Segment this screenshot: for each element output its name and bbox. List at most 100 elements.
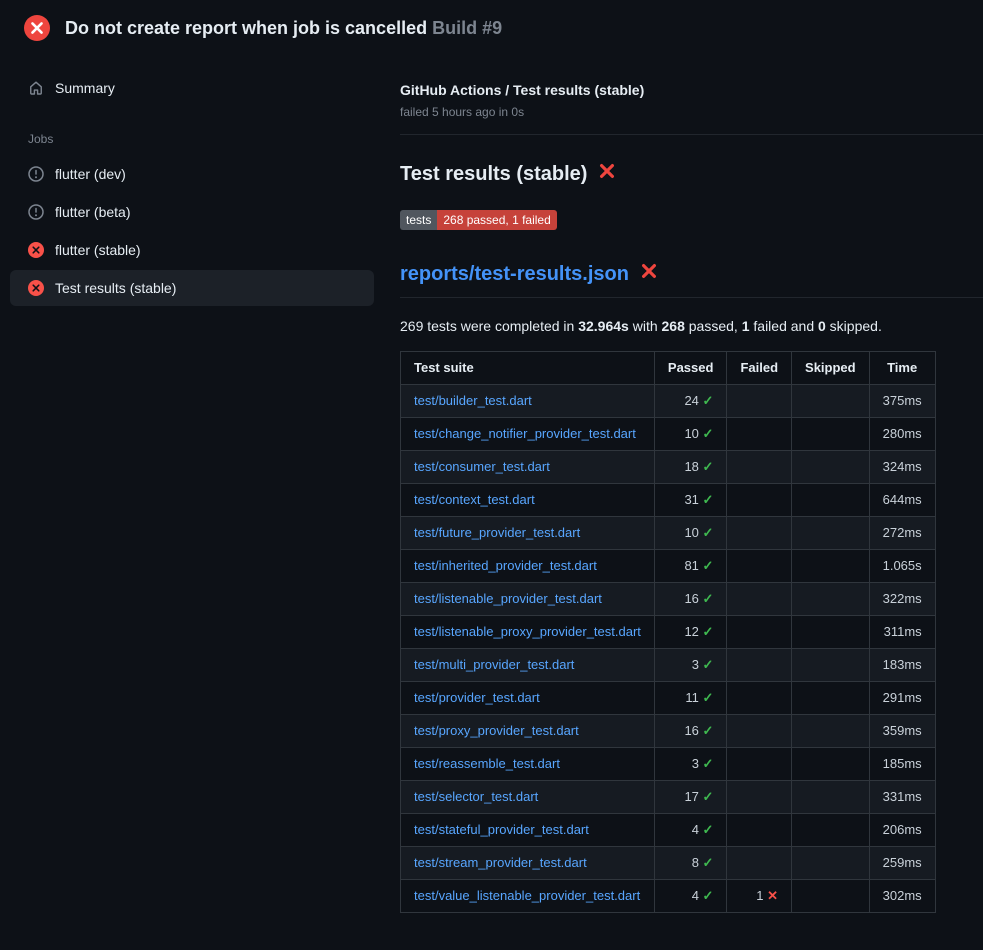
time-cell: 375ms: [869, 385, 935, 418]
check-run-header: Do not create report when job is cancell…: [0, 0, 983, 54]
check-icon: ✓: [703, 756, 714, 771]
test-suite-cell: test/listenable_proxy_provider_test.dart: [401, 616, 655, 649]
report-link[interactable]: reports/test-results.json: [400, 263, 629, 286]
build-number: Build #9: [432, 18, 502, 38]
check-icon: ✓: [703, 492, 714, 507]
table-row: test/listenable_proxy_provider_test.dart…: [401, 616, 936, 649]
sidebar-item-flutter-beta[interactable]: flutter (beta): [10, 194, 374, 230]
test-suite-link[interactable]: test/multi_provider_test.dart: [414, 657, 574, 672]
passed-cell: 3 ✓: [654, 748, 727, 781]
check-icon: ✓: [703, 723, 714, 738]
run-title: Do not create report when job is cancell…: [65, 18, 427, 38]
failed-cell: [727, 649, 792, 682]
passed-cell: 4 ✓: [654, 814, 727, 847]
skipped-cell: [792, 748, 870, 781]
time-cell: 302ms: [869, 880, 935, 913]
skipped-cell: [792, 385, 870, 418]
test-suite-cell: test/reassemble_test.dart: [401, 748, 655, 781]
check-run-content: GitHub Actions / Test results (stable) f…: [384, 54, 983, 913]
report-heading: reports/test-results.json: [400, 262, 983, 298]
sidebar-item-flutter-dev[interactable]: flutter (dev): [10, 156, 374, 192]
time-cell: 185ms: [869, 748, 935, 781]
table-row: test/selector_test.dart 17 ✓ 331ms: [401, 781, 936, 814]
test-suite-link[interactable]: test/future_provider_test.dart: [414, 525, 580, 540]
time-cell: 322ms: [869, 583, 935, 616]
skipped-cell: [792, 847, 870, 880]
sidebar-item-label: flutter (beta): [55, 204, 130, 220]
passed-count: 3: [692, 657, 699, 672]
table-row: test/reassemble_test.dart 3 ✓ 185ms: [401, 748, 936, 781]
section-title: Test results (stable): [400, 162, 983, 186]
time-cell: 291ms: [869, 682, 935, 715]
test-suite-link[interactable]: test/inherited_provider_test.dart: [414, 558, 597, 573]
test-suite-link[interactable]: test/listenable_provider_test.dart: [414, 591, 602, 606]
table-row: test/future_provider_test.dart 10 ✓ 272m…: [401, 517, 936, 550]
time-cell: 183ms: [869, 649, 935, 682]
test-suite-link[interactable]: test/consumer_test.dart: [414, 459, 550, 474]
time-cell: 206ms: [869, 814, 935, 847]
time-cell: 272ms: [869, 517, 935, 550]
failed-cell: 1 ✕: [727, 880, 792, 913]
test-suite-link[interactable]: test/reassemble_test.dart: [414, 756, 560, 771]
neutral-status-icon: [28, 166, 44, 182]
jobs-section-label: Jobs: [0, 132, 384, 146]
sidebar-item-flutter-stable[interactable]: flutter (stable): [10, 232, 374, 268]
test-suite-link[interactable]: test/provider_test.dart: [414, 690, 540, 705]
check-icon: ✓: [703, 393, 714, 408]
table-row: test/listenable_provider_test.dart 16 ✓ …: [401, 583, 936, 616]
time-cell: 1.065s: [869, 550, 935, 583]
test-suite-link[interactable]: test/listenable_proxy_provider_test.dart: [414, 624, 641, 639]
skipped-cell: [792, 550, 870, 583]
summary-text: with: [629, 318, 662, 334]
failed-cell: [727, 517, 792, 550]
page-title: Do not create report when job is cancell…: [65, 18, 502, 39]
summary-text: passed,: [685, 318, 742, 334]
test-suite-link[interactable]: test/value_listenable_provider_test.dart: [414, 888, 640, 903]
summary-failed-count: 1: [742, 318, 750, 334]
time-cell: 259ms: [869, 847, 935, 880]
test-suite-cell: test/stateful_provider_test.dart: [401, 814, 655, 847]
test-suite-cell: test/context_test.dart: [401, 484, 655, 517]
failed-status-icon: [28, 280, 44, 296]
column-header-test-suite: Test suite: [401, 352, 655, 385]
table-row: test/provider_test.dart 11 ✓ 291ms: [401, 682, 936, 715]
passed-count: 31: [684, 492, 698, 507]
home-icon: [28, 80, 44, 96]
skipped-cell: [792, 715, 870, 748]
failed-cell: [727, 616, 792, 649]
failed-cell: [727, 847, 792, 880]
passed-count: 10: [684, 426, 698, 441]
check-icon: ✓: [703, 624, 714, 639]
test-suite-link[interactable]: test/context_test.dart: [414, 492, 535, 507]
sidebar-item-summary[interactable]: Summary: [10, 70, 374, 106]
check-icon: ✓: [703, 459, 714, 474]
skipped-cell: [792, 418, 870, 451]
sidebar-item-test-results-stable[interactable]: Test results (stable): [10, 270, 374, 306]
test-suite-link[interactable]: test/proxy_provider_test.dart: [414, 723, 579, 738]
test-suite-link[interactable]: test/stateful_provider_test.dart: [414, 822, 589, 837]
skipped-cell: [792, 814, 870, 847]
failed-x-icon: [640, 262, 658, 286]
test-suite-link[interactable]: test/selector_test.dart: [414, 789, 538, 804]
test-suite-link[interactable]: test/builder_test.dart: [414, 393, 532, 408]
passed-cell: 12 ✓: [654, 616, 727, 649]
passed-count: 81: [684, 558, 698, 573]
failed-x-icon: [598, 162, 616, 186]
summary-line: 269 tests were completed in 32.964s with…: [400, 318, 983, 334]
check-icon: ✓: [703, 657, 714, 672]
check-icon: ✓: [703, 888, 714, 903]
test-suite-cell: test/multi_provider_test.dart: [401, 649, 655, 682]
failed-status-icon: [24, 15, 50, 41]
badge-value: 268 passed, 1 failed: [437, 210, 556, 230]
check-icon: ✓: [703, 591, 714, 606]
failed-cell: [727, 418, 792, 451]
cross-icon: ✕: [767, 888, 778, 903]
divider: [400, 134, 983, 135]
passed-cell: 16 ✓: [654, 715, 727, 748]
skipped-cell: [792, 484, 870, 517]
time-cell: 359ms: [869, 715, 935, 748]
failed-cell: [727, 682, 792, 715]
test-suite-link[interactable]: test/change_notifier_provider_test.dart: [414, 426, 636, 441]
test-suite-cell: test/stream_provider_test.dart: [401, 847, 655, 880]
test-suite-link[interactable]: test/stream_provider_test.dart: [414, 855, 587, 870]
